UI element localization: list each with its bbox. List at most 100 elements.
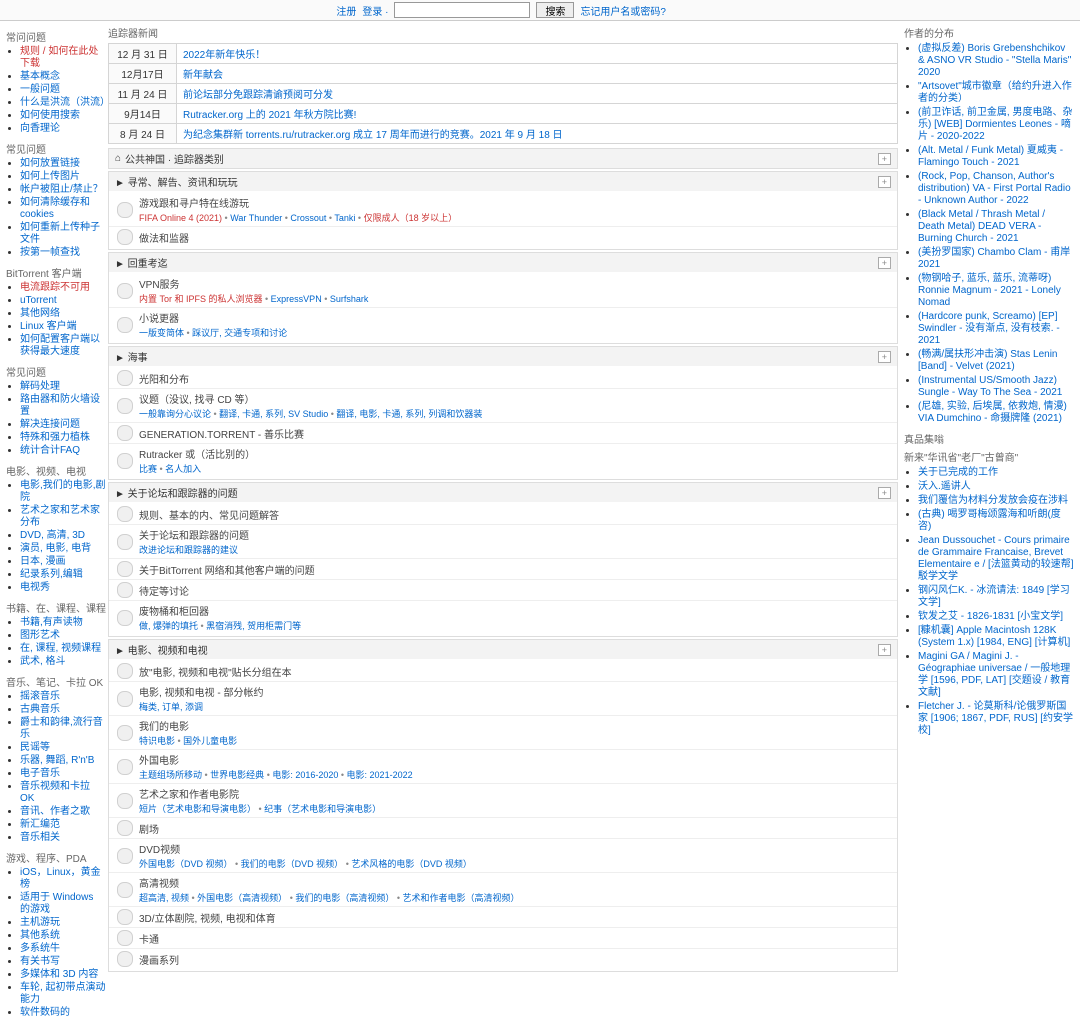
sidebar-item[interactable]: 什么是洪流（洪流） bbox=[20, 97, 106, 109]
sidebar-item[interactable]: 如何上传图片 bbox=[20, 171, 106, 183]
right-list-item[interactable]: 我们覆信为材料分发放会疫在涉料 bbox=[918, 495, 1074, 507]
forum-title[interactable]: 艺术之家和作者电影院 bbox=[139, 786, 889, 801]
forum-title[interactable]: 议题（没议, 找寻 CD 等） bbox=[139, 391, 889, 406]
search-input[interactable] bbox=[394, 2, 530, 18]
sidebar-item[interactable]: 帐户被阻止/禁止？ bbox=[20, 184, 106, 196]
sidebar-item[interactable]: 如何重新上传种子文件 bbox=[20, 222, 106, 246]
forum-row[interactable]: 高清视频超高清, 视频 • 外国电影（高清视频） • 我们的电影（高清视频） •… bbox=[109, 872, 897, 906]
right-list-item[interactable]: (畅满/属扶形冲击演) Stas Lenin [Band] - Velvet (… bbox=[918, 349, 1074, 373]
news-title[interactable]: 2022年新年快乐！ bbox=[177, 44, 898, 64]
search-button[interactable]: 搜索 bbox=[536, 2, 574, 18]
sidebar-item[interactable]: 电影,我们的电影,剧院 bbox=[20, 480, 106, 504]
subforum-link[interactable]: 主题组场所移动 bbox=[139, 770, 202, 780]
subforum-link[interactable]: 我们的电影（DVD 视频） bbox=[241, 859, 344, 869]
forum-title[interactable]: DVD视频 bbox=[139, 841, 889, 856]
forum-row[interactable]: 卡通 bbox=[109, 927, 897, 948]
news-title[interactable]: 为纪念集群新 torrents.ru/rutracker.org 成立 17 周… bbox=[177, 124, 898, 144]
subforum-link[interactable]: ExpressVPN bbox=[271, 294, 322, 304]
sidebar-item[interactable]: 纪录系列,编辑 bbox=[20, 569, 106, 581]
expand-icon[interactable]: + bbox=[878, 487, 891, 499]
sidebar-item[interactable]: 电视秀 bbox=[20, 582, 106, 594]
sidebar-item[interactable]: 其他系统 bbox=[20, 930, 106, 942]
right-list-item[interactable]: 钢闪风仁K. - 冰流请法: 1849 [学习文学] bbox=[918, 585, 1074, 609]
sidebar-item[interactable]: 演员, 电影, 电背 bbox=[20, 543, 106, 555]
subforum-link[interactable]: 踩议厅, 交通专项和讨论 bbox=[192, 328, 287, 338]
sidebar-item[interactable]: 适用于 Windows 的游戏 bbox=[20, 892, 106, 916]
sidebar-item[interactable]: 向香理论 bbox=[20, 123, 106, 135]
sidebar-item[interactable]: 音乐相关 bbox=[20, 832, 106, 844]
sidebar-item[interactable]: 在, 课程, 视频课程 bbox=[20, 643, 106, 655]
forum-row[interactable]: 关于论坛和跟踪器的问题改进论坛和跟踪器的建议 bbox=[109, 524, 897, 558]
forum-title[interactable]: 关于论坛和跟踪器的问题 bbox=[139, 527, 889, 542]
right-list-item[interactable]: (Alt. Metal / Funk Metal) 夏威夷 - Flamingo… bbox=[918, 145, 1074, 169]
sidebar-item[interactable]: 如何配置客户端以获得最大速度 bbox=[20, 334, 106, 358]
forum-row[interactable]: VPN服务内置 Tor 和 IPFS 的私人浏览器 • ExpressVPN •… bbox=[109, 274, 897, 307]
forum-title[interactable]: 3D/立体剧院, 视频, 电视和体育 bbox=[139, 910, 889, 925]
sidebar-item[interactable]: 新汇编范 bbox=[20, 819, 106, 831]
subforum-link[interactable]: 艺术和作者电影（高清视频） bbox=[403, 893, 520, 903]
forum-row[interactable]: 关于BitTorrent 网络和其他客户端的问题 bbox=[109, 558, 897, 579]
subforum-link[interactable]: 翻译, 电影, 卡通, 系列, 列调和饮器装 bbox=[336, 409, 482, 419]
sidebar-item[interactable]: 音乐视频和卡拉 OK bbox=[20, 781, 106, 805]
forum-title[interactable]: 待定等讨论 bbox=[139, 583, 889, 598]
sidebar-item[interactable]: 艺术之家和艺术家分布 bbox=[20, 505, 106, 529]
subforum-link[interactable]: 电影: 2021-2022 bbox=[347, 770, 413, 780]
forum-row[interactable]: 剧场 bbox=[109, 817, 897, 838]
subforum-link[interactable]: 短片（艺术电影和导演电影） bbox=[139, 804, 256, 814]
forum-title[interactable]: 卡通 bbox=[139, 931, 889, 946]
forum-row[interactable]: 游戏跟和寻户特在线游玩FIFA Online 4 (2021) • War Th… bbox=[109, 193, 897, 226]
forgot-link[interactable]: 忘记用户名或密码? bbox=[580, 3, 666, 18]
forum-row[interactable]: 电影, 视频和电视 - 部分帐约梅类, 订单, 添调 bbox=[109, 681, 897, 715]
subforum-link[interactable]: Crossout bbox=[290, 213, 326, 223]
right-list-item[interactable]: [糠机囊] Apple Macintosh 128K (System 1.x) … bbox=[918, 625, 1074, 649]
sidebar-item[interactable]: 统计合计FAQ bbox=[20, 445, 106, 457]
sidebar-item[interactable]: Linux 客户端 bbox=[20, 321, 106, 333]
subforum-link[interactable]: 仅限成人（18 岁以上） bbox=[364, 213, 458, 223]
sidebar-item[interactable]: 路由器和防火墙设置 bbox=[20, 394, 106, 418]
forum-title[interactable]: 外国电影 bbox=[139, 752, 889, 767]
forum-title[interactable]: 漫画系列 bbox=[139, 952, 889, 967]
forum-title[interactable]: 小说更器 bbox=[139, 310, 889, 325]
sidebar-item[interactable]: 多系统牛 bbox=[20, 943, 106, 955]
right-list-item[interactable]: Fletcher J. - 论莫斯科/论俄罗斯国家 [1906; 1867, P… bbox=[918, 701, 1074, 737]
sidebar-item[interactable]: 特殊和强力植株 bbox=[20, 432, 106, 444]
expand-icon[interactable]: + bbox=[878, 176, 891, 188]
sidebar-item[interactable]: 一般问题 bbox=[20, 84, 106, 96]
forum-row[interactable]: 放"电影, 视频和电视"贴长分组在本 bbox=[109, 661, 897, 681]
subforum-link[interactable]: 特识电影 bbox=[139, 736, 175, 746]
subforum-link[interactable]: Surfshark bbox=[330, 294, 369, 304]
sidebar-item[interactable]: 爵士和韵律,流行音乐 bbox=[20, 717, 106, 741]
right-list-item[interactable]: (前卫诈话, 前卫金属, 男度电路、杂乐) [WEB] Dormientes L… bbox=[918, 107, 1074, 143]
forum-row[interactable]: 待定等讨论 bbox=[109, 579, 897, 600]
forum-title[interactable]: 电影, 视频和电视 - 部分帐约 bbox=[139, 684, 889, 699]
subforum-link[interactable]: 世界电影经典 bbox=[210, 770, 264, 780]
forum-title[interactable]: 废物桶和柜回器 bbox=[139, 603, 889, 618]
category-header[interactable]: ► 关于论坛和跟踪器的问题+ bbox=[109, 483, 897, 502]
right-list-item[interactable]: (Black Metal / Thrash Metal / Death Meta… bbox=[918, 209, 1074, 245]
sidebar-item[interactable]: DVD, 高清, 3D bbox=[20, 530, 106, 542]
sidebar-item[interactable]: 摇滚音乐 bbox=[20, 691, 106, 703]
forum-title[interactable]: 光阳和分布 bbox=[139, 371, 889, 386]
subforum-link[interactable]: 黑宿消残, 贺用柜需门等 bbox=[206, 621, 301, 631]
forum-row[interactable]: 规则、基本的内、常见问题解答 bbox=[109, 504, 897, 524]
right-list-item[interactable]: (Hardcore punk, Screamo) [EP] Swindler -… bbox=[918, 311, 1074, 347]
subforum-link[interactable]: Tanki bbox=[334, 213, 355, 223]
news-title[interactable]: 新年献会 bbox=[177, 64, 898, 84]
right-list-item[interactable]: 关于已完成的工作 bbox=[918, 467, 1074, 479]
subforum-link[interactable]: 内置 Tor 和 IPFS 的私人浏览器 bbox=[139, 294, 263, 304]
forum-title[interactable]: Rutracker 或（活比别的） bbox=[139, 446, 889, 461]
forum-title[interactable]: 做法和监器 bbox=[139, 230, 889, 245]
news-title[interactable]: 前论坛部分免跟踪清谕预阅可分发 bbox=[177, 84, 898, 104]
expand-icon[interactable]: + bbox=[878, 351, 891, 363]
sidebar-item[interactable]: 规则 / 如何在此处下载 bbox=[20, 46, 106, 70]
forum-title[interactable]: 剧场 bbox=[139, 821, 889, 836]
category-header[interactable]: ► 寻常、解告、资讯和玩玩+ bbox=[109, 172, 897, 191]
subforum-link[interactable]: FIFA Online 4 (2021) bbox=[139, 213, 222, 223]
category-header[interactable]: ► 回重考迄+ bbox=[109, 253, 897, 272]
sidebar-item[interactable]: 解码处理 bbox=[20, 381, 106, 393]
right-list-item[interactable]: "Artsovet"城市徽章（给约升进入作者的分类） bbox=[918, 81, 1074, 105]
sidebar-item[interactable]: 日本, 漫画 bbox=[20, 556, 106, 568]
forum-row[interactable]: 做法和监器 bbox=[109, 226, 897, 247]
sidebar-item[interactable]: 音讯、作者之歌 bbox=[20, 806, 106, 818]
forum-title[interactable]: 高清视频 bbox=[139, 875, 889, 890]
